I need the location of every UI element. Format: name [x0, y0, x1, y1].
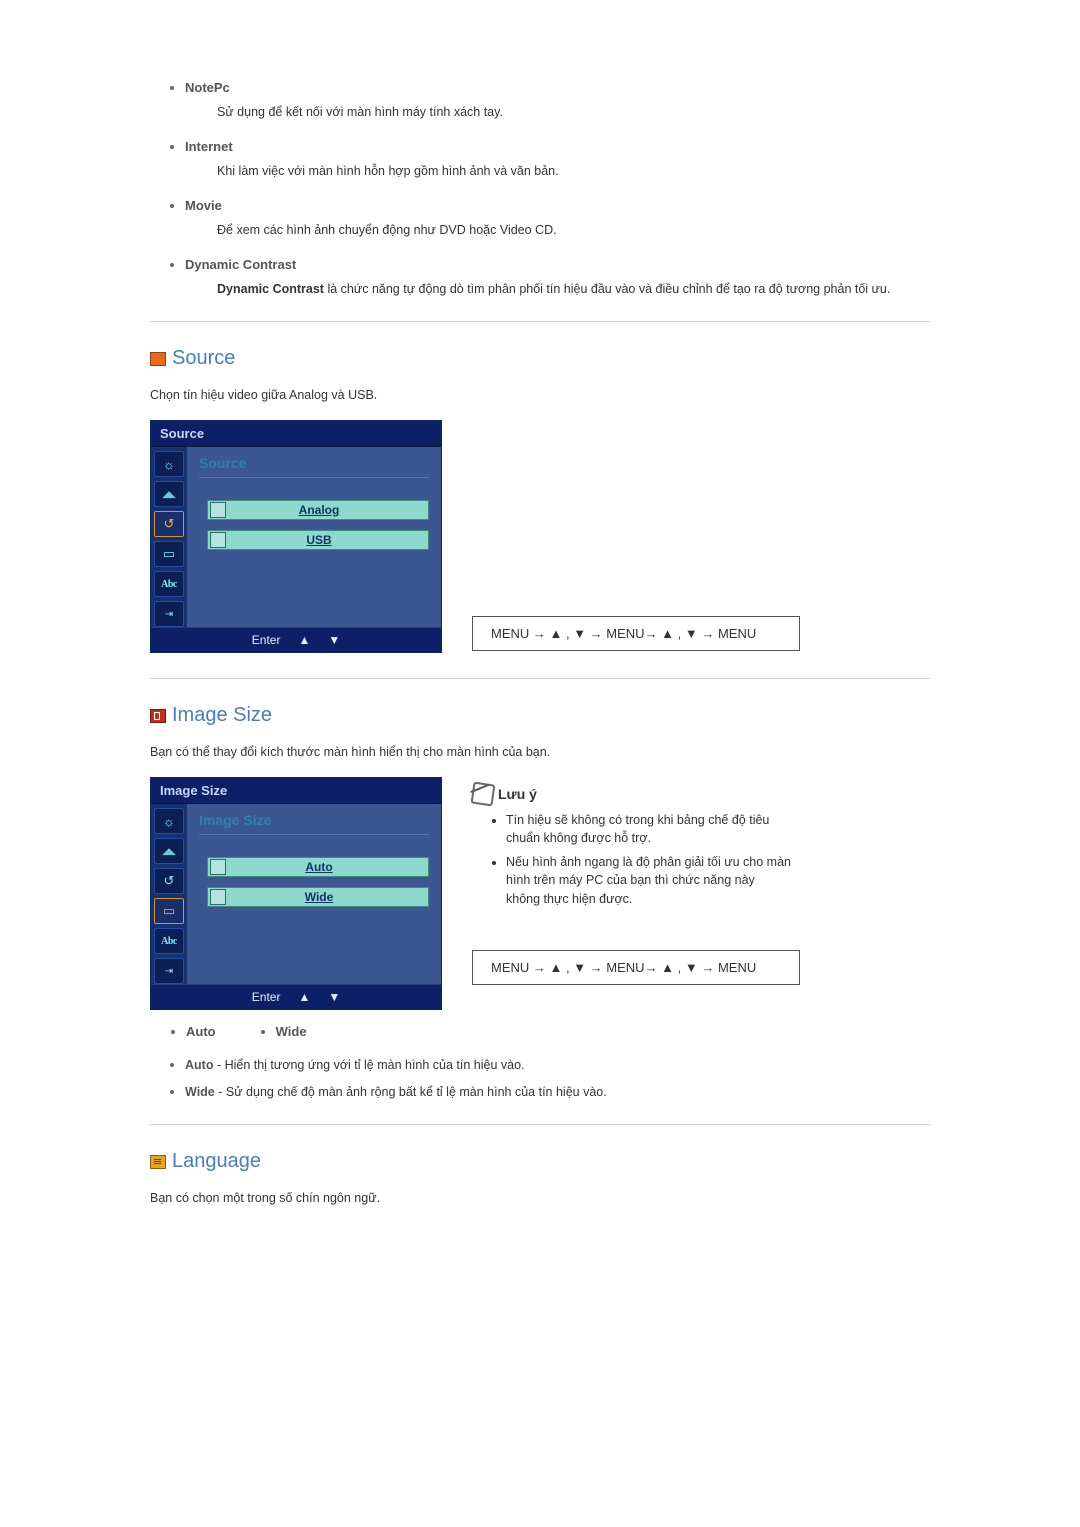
abc-icon[interactable]: Abc — [154, 928, 184, 954]
checkbox-icon — [210, 859, 226, 875]
checkbox-icon — [210, 532, 226, 548]
option-label: USB — [236, 533, 428, 547]
list-item: Wide - Sử dụng chế độ màn ảnh rộng bất k… — [185, 1084, 930, 1099]
section-title: Language — [172, 1150, 261, 1173]
osd-option-auto[interactable]: Auto — [207, 857, 429, 877]
osd-imagesize-panel: Image Size ☼ ◢◣ ↺ ▭ Abc ⇥ Image Size Aut… — [150, 777, 442, 1010]
list-item: Auto - Hiển thị tương ứng với tỉ lệ màn … — [185, 1057, 930, 1072]
item-title: Wide — [185, 1085, 215, 1099]
up-arrow-icon[interactable]: ▲ — [298, 633, 310, 647]
note-item: Nếu hình ảnh ngang là độ phân giải tối ư… — [506, 853, 792, 907]
divider — [150, 678, 930, 679]
divider — [150, 321, 930, 322]
section-icon — [150, 709, 166, 723]
item-title: Dynamic Contrast — [185, 257, 296, 272]
down-arrow-icon[interactable]: ▼ — [328, 990, 340, 1004]
brightness-icon[interactable]: ☼ — [154, 808, 184, 834]
abc-icon[interactable]: Abc — [154, 571, 184, 597]
note-list: Tín hiệu sẽ không có trong khi bảng chế … — [472, 811, 792, 908]
imagesize-heading: Image Size — [150, 704, 930, 727]
note-icon — [471, 782, 496, 807]
osd-option-wide[interactable]: Wide — [207, 887, 429, 907]
item-title: Internet — [185, 139, 233, 154]
menu-navigation-hint: MENU → ▲ , ▼ → MENU→ ▲ , ▼ → MENU — [472, 616, 800, 651]
section-icon — [150, 352, 166, 366]
screen-icon[interactable]: ▭ — [154, 541, 184, 567]
up-arrow-icon[interactable]: ▲ — [298, 990, 310, 1004]
note-title: Lưu ý — [498, 786, 537, 802]
osd-titlebar: Source — [151, 421, 441, 447]
language-heading: Language — [150, 1150, 930, 1173]
item-desc-text: - Hiển thị tương ứng với tỉ lệ màn hình … — [213, 1058, 524, 1072]
gauge-icon[interactable]: ◢◣ — [154, 838, 184, 864]
language-intro: Bạn có chọn một trong số chín ngôn ngữ. — [150, 1191, 930, 1205]
imagesize-intro: Bạn có thể thay đổi kích thước màn hình … — [150, 745, 930, 759]
mode-list: NotePc Sử dụng để kết nối với màn hình m… — [150, 80, 930, 296]
list-item: Auto — [186, 1024, 216, 1039]
item-title: Movie — [185, 198, 222, 213]
item-desc: Sử dụng để kết nối với màn hình máy tính… — [217, 105, 930, 119]
osd-option-analog[interactable]: Analog — [207, 500, 429, 520]
list-item: Internet Khi làm việc với màn hình hỗn h… — [185, 139, 930, 178]
item-title: Auto — [185, 1058, 213, 1072]
section-title: Image Size — [172, 704, 272, 727]
source-heading: Source — [150, 347, 930, 370]
item-desc-bold: Dynamic Contrast — [217, 282, 324, 296]
note-item: Tín hiệu sẽ không có trong khi bảng chế … — [506, 811, 792, 847]
list-item: Dynamic Contrast Dynamic Contrast là chứ… — [185, 257, 930, 296]
item-desc-text: - Sử dụng chế độ màn ảnh rộng bất kể tỉ … — [215, 1085, 607, 1099]
brightness-icon[interactable]: ☼ — [154, 451, 184, 477]
option-label: Auto — [236, 860, 428, 874]
item-desc: Dynamic Contrast là chức năng tự động dò… — [217, 282, 930, 296]
option-label: Analog — [236, 503, 428, 517]
section-icon — [150, 1155, 166, 1169]
osd-option-usb[interactable]: USB — [207, 530, 429, 550]
osd-titlebar: Image Size — [151, 778, 441, 804]
list-item: Movie Để xem các hình ảnh chuyển động nh… — [185, 198, 930, 237]
osd-subtitle: Source — [199, 455, 429, 478]
osd-sidebar: ☼ ◢◣ ↺ ▭ Abc ⇥ — [151, 447, 187, 627]
source-icon[interactable]: ↺ — [154, 511, 184, 537]
item-desc: Để xem các hình ảnh chuyển động như DVD … — [217, 223, 930, 237]
checkbox-icon — [210, 502, 226, 518]
list-item: Wide — [276, 1024, 307, 1039]
divider — [150, 1124, 930, 1125]
option-label: Wide — [236, 890, 428, 904]
osd-footer: Enter ▲ ▼ — [151, 627, 441, 652]
section-title: Source — [172, 347, 235, 370]
exit-icon[interactable]: ⇥ — [154, 958, 184, 984]
osd-source-panel: Source ☼ ◢◣ ↺ ▭ Abc ⇥ Source Analog — [150, 420, 442, 653]
down-arrow-icon[interactable]: ▼ — [328, 633, 340, 647]
osd-subtitle: Image Size — [199, 812, 429, 835]
note-block: Lưu ý Tín hiệu sẽ không có trong khi bản… — [472, 777, 792, 914]
enter-label[interactable]: Enter — [252, 633, 281, 647]
osd-footer: Enter ▲ ▼ — [151, 984, 441, 1009]
menu-navigation-hint: MENU → ▲ , ▼ → MENU→ ▲ , ▼ → MENU — [472, 950, 800, 985]
item-desc: Khi làm việc với màn hình hỗn hợp gồm hì… — [217, 164, 930, 178]
osd-sidebar: ☼ ◢◣ ↺ ▭ Abc ⇥ — [151, 804, 187, 984]
imagesize-desc-list: Auto - Hiển thị tương ứng với tỉ lệ màn … — [150, 1057, 930, 1099]
source-intro: Chọn tín hiệu video giữa Analog và USB. — [150, 388, 930, 402]
enter-label[interactable]: Enter — [252, 990, 281, 1004]
gauge-icon[interactable]: ◢◣ — [154, 481, 184, 507]
imagesize-options-inline: Auto Wide — [150, 1024, 930, 1039]
checkbox-icon — [210, 889, 226, 905]
source-icon[interactable]: ↺ — [154, 868, 184, 894]
item-title: NotePc — [185, 80, 230, 95]
exit-icon[interactable]: ⇥ — [154, 601, 184, 627]
screen-icon[interactable]: ▭ — [154, 898, 184, 924]
list-item: NotePc Sử dụng để kết nối với màn hình m… — [185, 80, 930, 119]
item-desc-text: là chức năng tự động dò tìm phân phối tí… — [324, 282, 890, 296]
